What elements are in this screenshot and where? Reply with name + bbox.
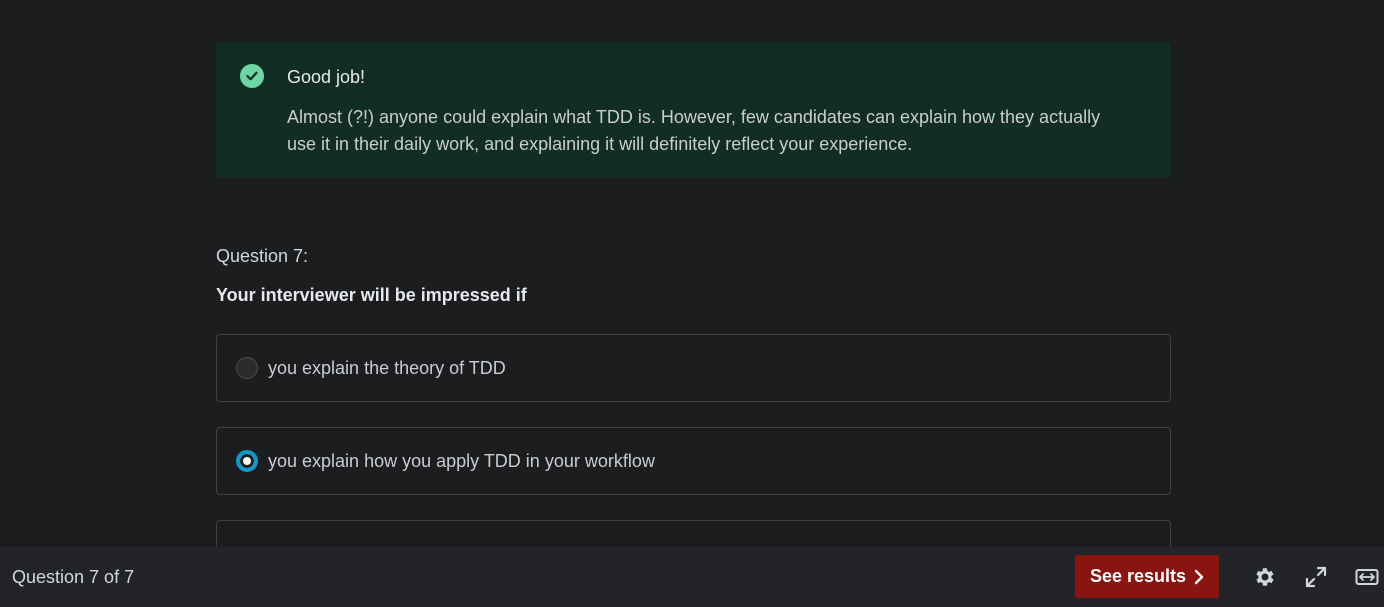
progress-text: Question 7 of 7 [12,567,135,587]
option-label: you explain the theory of TDD [268,357,506,378]
question-text: Your interviewer will be impressed if [216,285,527,305]
check-circle-icon [240,64,264,88]
feedback-banner: Good job! Almost (?!) anyone could expla… [216,42,1171,177]
radio-button[interactable] [236,357,258,379]
feedback-title: Good job! [287,67,366,87]
feedback-body: Almost (?!) anyone could explain what TD… [287,107,1101,154]
see-results-label: See results [1089,566,1187,586]
question-number: Question 7: [216,246,309,266]
quiz-page: Good job! Almost (?!) anyone could expla… [0,0,1384,607]
see-results-button[interactable]: See results [1075,555,1219,598]
footer-bar: Question 7 of 7 See results [0,547,1384,607]
widescreen-icon[interactable] [1355,565,1379,589]
chevron-right-icon [1194,569,1204,584]
option-label: you explain how you apply TDD in your wo… [268,450,655,471]
expand-icon[interactable] [1304,565,1328,589]
gear-icon[interactable] [1253,565,1277,589]
answer-option[interactable]: you explain the theory of TDD [216,334,1171,402]
radio-button-checked[interactable] [236,450,258,472]
answer-option-selected[interactable]: you explain how you apply TDD in your wo… [216,427,1171,495]
